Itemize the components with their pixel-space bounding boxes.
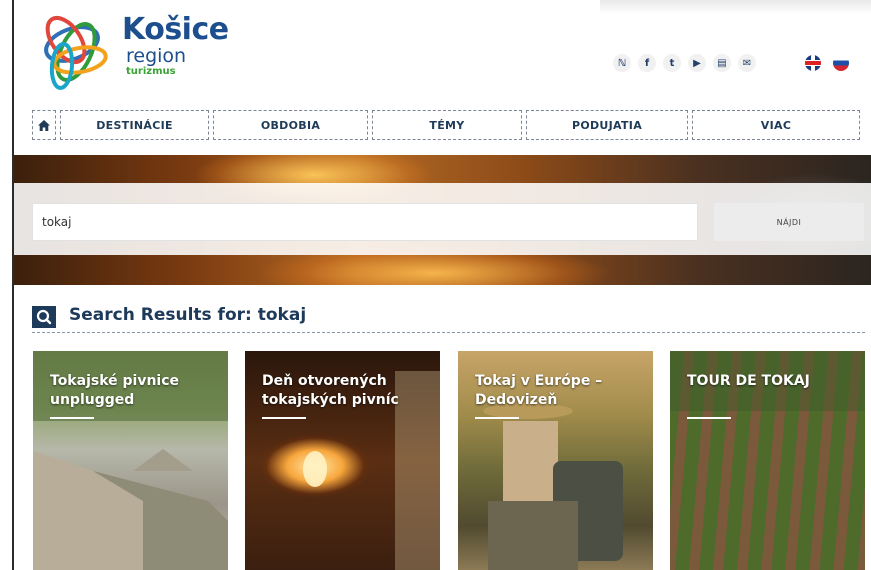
brand-name: Košice	[122, 12, 229, 47]
page-left-border	[12, 0, 14, 570]
card-underline	[687, 417, 731, 419]
brand-wordmark: Košice region turizmus	[122, 14, 229, 78]
result-card[interactable]: Deň otvorených tokajských pivníc	[245, 351, 440, 570]
nav-home[interactable]	[32, 110, 56, 140]
slovak-flag-icon[interactable]	[833, 55, 849, 71]
result-card[interactable]: Tokaj v Európe – Dedovizeň	[458, 351, 653, 570]
result-card[interactable]: TOUR DE TOKAJ	[670, 351, 865, 570]
search-button[interactable]: NÁJDI	[714, 203, 864, 241]
home-icon	[38, 119, 50, 131]
card-title: Deň otvorených tokajských pivníc	[262, 373, 399, 408]
english-flag-icon[interactable]	[805, 55, 821, 71]
brand-subtitle: region	[126, 45, 187, 67]
card-title: Tokaj v Európe – Dedovizeň	[475, 373, 603, 408]
nav-item-viac[interactable]: VIAC	[692, 110, 860, 140]
nav-item-podujatia[interactable]: PODUJATIA	[526, 110, 688, 140]
nav-item-destinacie[interactable]: DESTINÁCIE	[60, 110, 209, 140]
results-header: Search Results for: tokaj	[32, 303, 865, 333]
social-links: ℕ f t ▶ ▤ ✉	[613, 54, 756, 72]
top-shadow	[600, 0, 871, 14]
main-nav: DESTINÁCIE OBDOBIA TÉMY PODUJATIA VIAC	[32, 110, 864, 140]
card-underline	[475, 417, 519, 419]
nav-item-temy[interactable]: TÉMY	[372, 110, 522, 140]
card-title: TOUR DE TOKAJ	[687, 373, 810, 389]
brand-tagline: turizmus	[126, 66, 176, 77]
search-icon	[32, 306, 56, 328]
logo-mark-icon	[44, 16, 108, 90]
result-card[interactable]: Tokajské pivnice unplugged	[33, 351, 228, 570]
youtube-icon[interactable]: ▶	[688, 54, 706, 72]
card-title: Tokajské pivnice unplugged	[50, 373, 180, 408]
nav-item-obdobia[interactable]: OBDOBIA	[213, 110, 368, 140]
search-input[interactable]	[32, 203, 698, 241]
results-title: Search Results for: tokaj	[69, 305, 307, 325]
rss-icon[interactable]: ℕ	[613, 54, 631, 72]
card-underline	[262, 417, 306, 419]
language-switcher	[805, 55, 849, 71]
facebook-icon[interactable]: f	[638, 54, 656, 72]
site-logo[interactable]: Košice region turizmus	[36, 10, 236, 94]
document-icon[interactable]: ▤	[713, 54, 731, 72]
mail-icon[interactable]: ✉	[738, 54, 756, 72]
twitter-icon[interactable]: t	[663, 54, 681, 72]
card-underline	[50, 417, 94, 419]
